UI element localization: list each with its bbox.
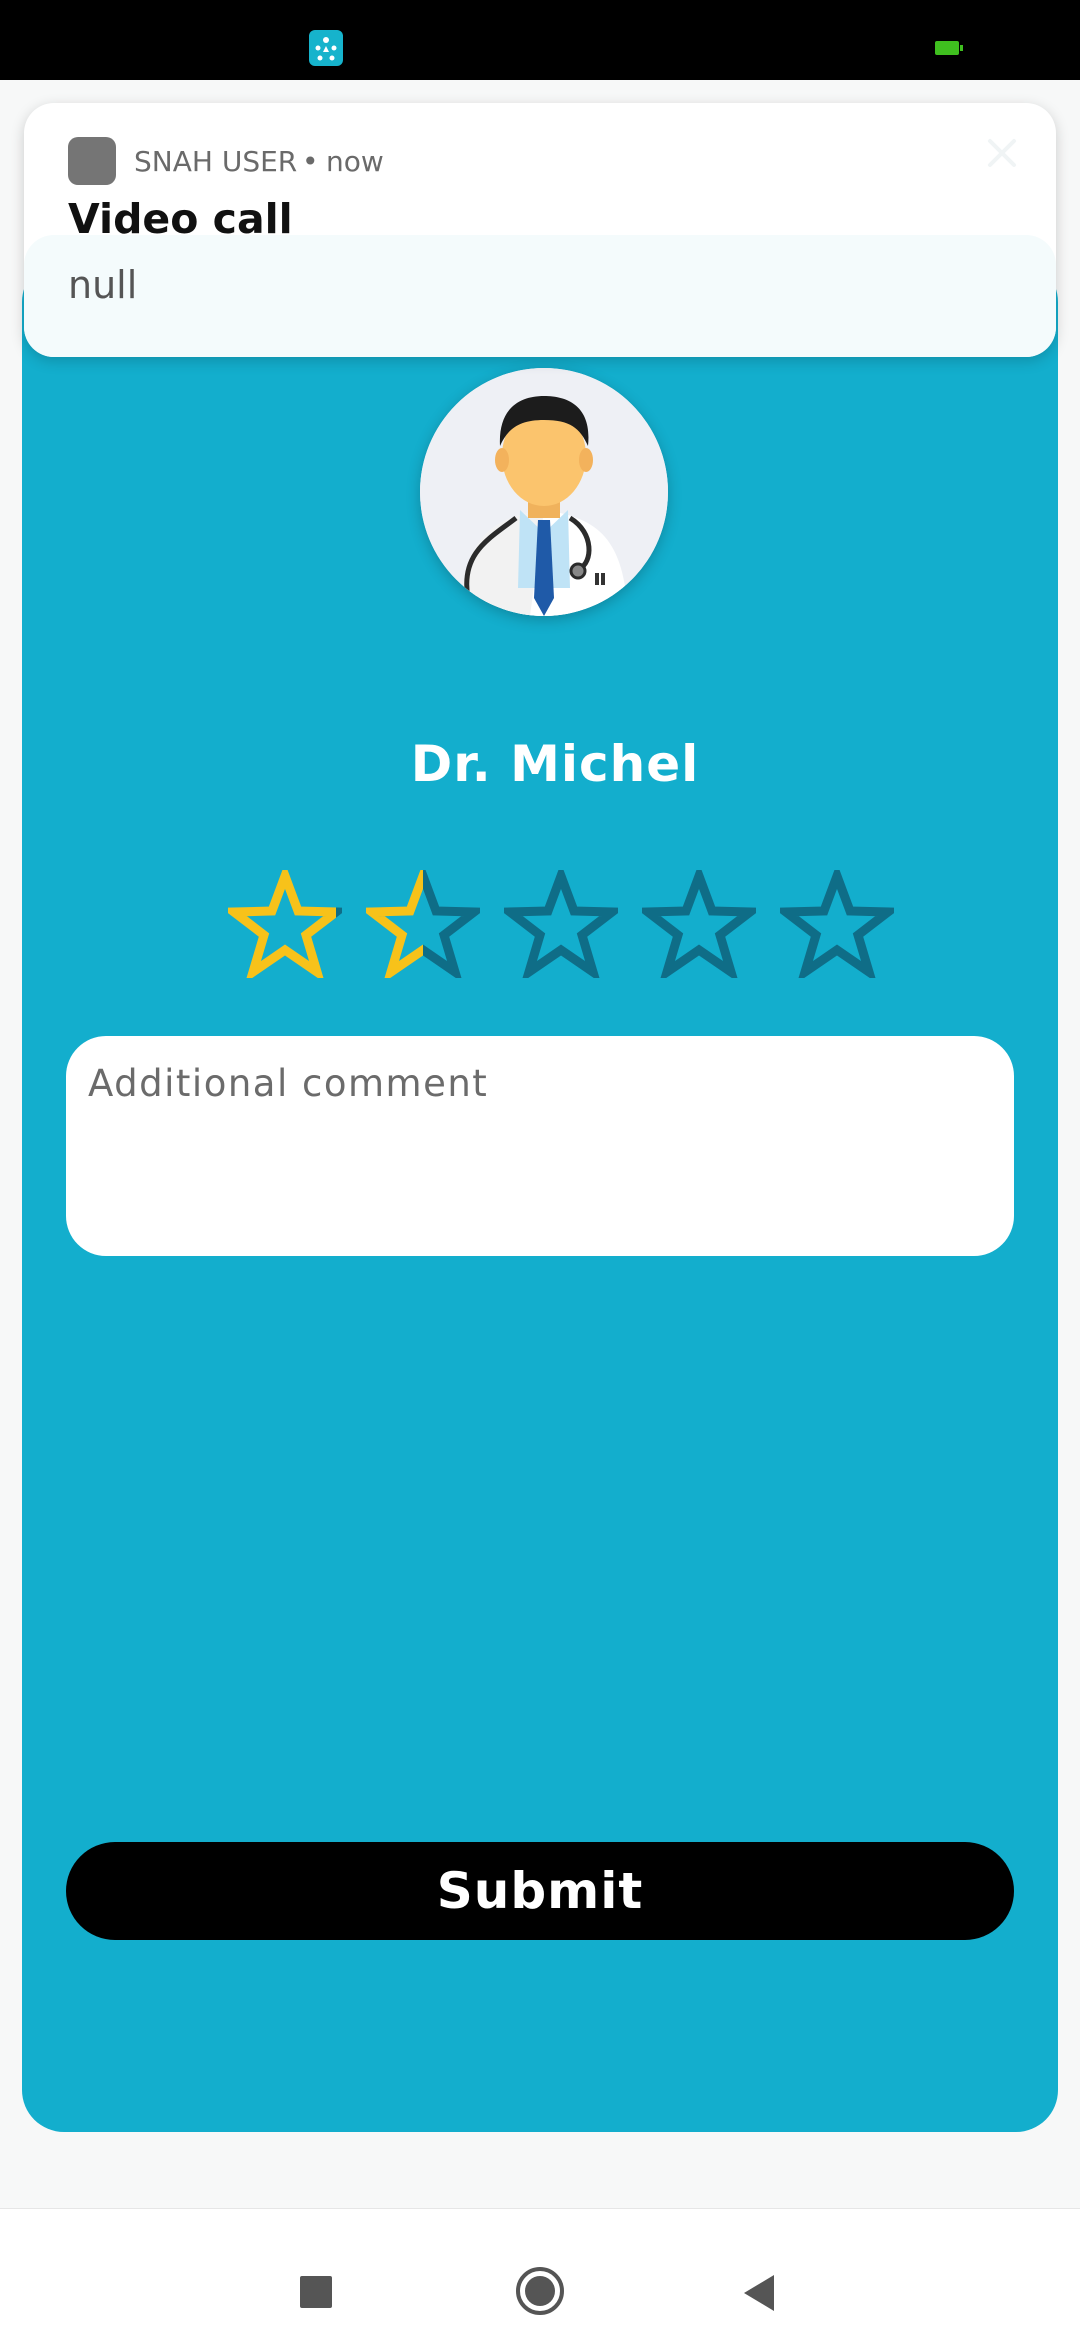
comment-box[interactable] bbox=[66, 1036, 1014, 1256]
star-icon-2[interactable] bbox=[366, 870, 480, 978]
notification-body-background bbox=[24, 235, 1056, 357]
battery-icon bbox=[935, 41, 963, 55]
comment-input[interactable] bbox=[88, 1062, 988, 1232]
recents-icon[interactable] bbox=[300, 2276, 332, 2308]
notification-app-name: SNAH USER bbox=[134, 145, 298, 178]
close-icon[interactable] bbox=[972, 123, 1032, 183]
notification-body: null bbox=[68, 263, 138, 307]
star-icon-1[interactable] bbox=[228, 870, 342, 978]
star-icon-3[interactable] bbox=[504, 870, 618, 978]
star-icon-5[interactable] bbox=[780, 870, 894, 978]
back-icon[interactable] bbox=[740, 2273, 780, 2313]
star-icon-4[interactable] bbox=[642, 870, 756, 978]
snah-app-icon bbox=[309, 30, 343, 66]
submit-button[interactable]: Submit bbox=[66, 1842, 1014, 1940]
notification-separator: • bbox=[302, 145, 319, 178]
notification-card[interactable]: SNAH USER • now Video call null bbox=[24, 103, 1056, 357]
doctor-name: Dr. Michel bbox=[410, 735, 700, 793]
notification-title: Video call bbox=[68, 195, 293, 243]
notification-app-icon bbox=[68, 137, 116, 185]
home-icon[interactable] bbox=[514, 2265, 566, 2317]
navigation-bar bbox=[0, 2208, 1080, 2341]
doctor-avatar bbox=[420, 368, 668, 616]
status-bar bbox=[0, 0, 1080, 80]
star-rating[interactable] bbox=[228, 870, 908, 980]
notification-time: now bbox=[326, 145, 384, 178]
